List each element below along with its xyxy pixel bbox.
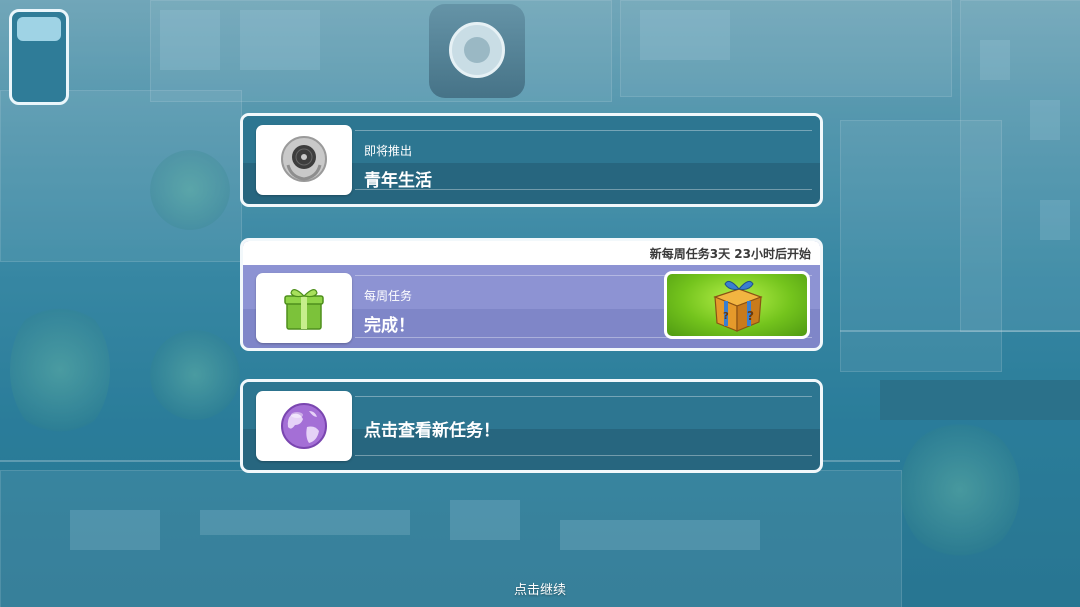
weekly-countdown-header: 新每周任务3天 23小时后开始 bbox=[243, 241, 820, 265]
coming-soon-title: 青年生活 bbox=[364, 171, 432, 191]
weekly-task-status: 完成！ bbox=[364, 316, 415, 336]
mystery-gift-box-icon: ? ? bbox=[713, 280, 763, 332]
weekly-countdown-text: 新每周任务3天 23小时后开始 bbox=[649, 247, 811, 261]
claim-reward-button[interactable]: ? ? bbox=[664, 271, 810, 339]
new-tasks-card[interactable]: 点击查看新任务！ bbox=[240, 379, 823, 473]
vinyl-record-icon bbox=[256, 125, 352, 195]
purple-globe-icon bbox=[256, 391, 352, 461]
phone-menu-button[interactable] bbox=[9, 9, 69, 105]
weekly-task-card[interactable]: 新每周任务3天 23小时后开始 每周任务 完成！ ? ? bbox=[240, 238, 823, 351]
circle-icon bbox=[449, 22, 505, 78]
svg-text:?: ? bbox=[747, 309, 754, 323]
weekly-task-label: 每周任务 bbox=[364, 289, 413, 303]
svg-text:?: ? bbox=[723, 311, 729, 322]
new-tasks-title: 点击查看新任务！ bbox=[364, 421, 500, 441]
top-center-button[interactable] bbox=[429, 4, 525, 98]
tap-to-continue-text[interactable]: 点击继续 bbox=[0, 579, 1080, 598]
phone-screen-icon bbox=[17, 17, 61, 41]
coming-soon-label: 即将推出 bbox=[364, 144, 413, 158]
coming-soon-card[interactable]: 即将推出 青年生活 bbox=[240, 113, 823, 207]
green-gift-icon bbox=[256, 273, 352, 343]
